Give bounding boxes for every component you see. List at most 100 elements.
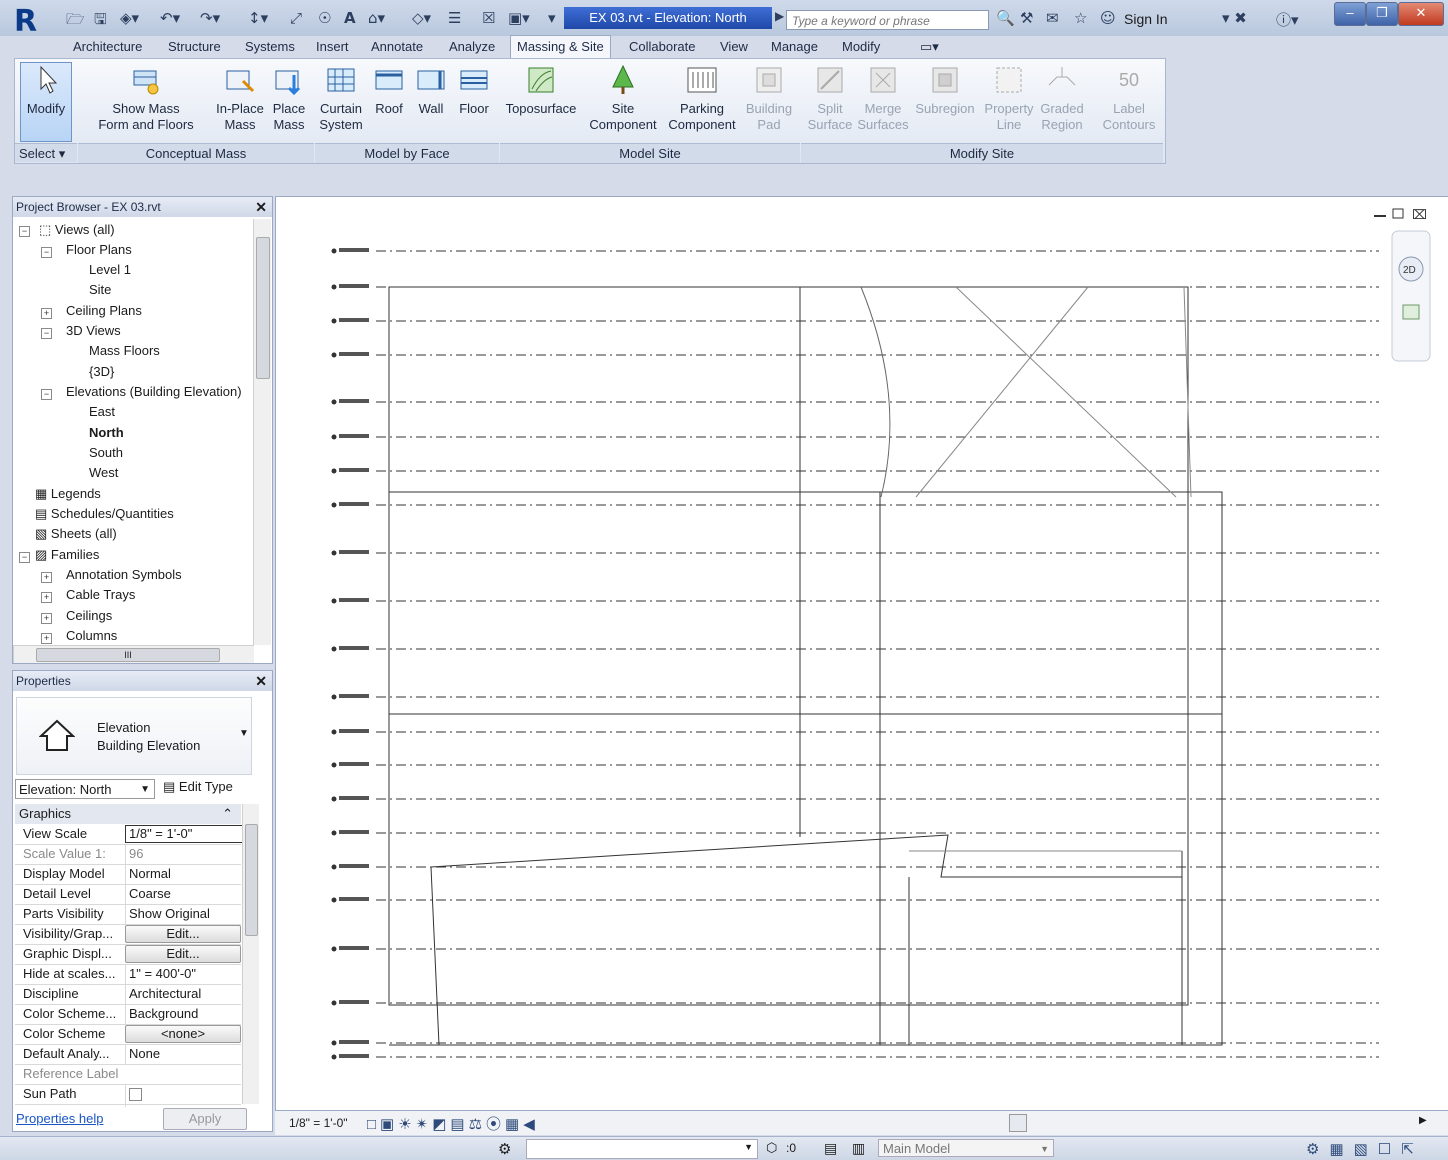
editable-only-icon[interactable]: ▤	[824, 1140, 837, 1157]
collapse-icon[interactable]: −	[19, 226, 30, 237]
level-head[interactable]	[331, 284, 337, 290]
binoculars-icon[interactable]: 🔍	[996, 9, 1015, 27]
default-analysis-field[interactable]: None	[125, 1044, 243, 1064]
show-mass-button[interactable]: Show Mass Form and Floors	[95, 63, 197, 133]
parts-visibility-field[interactable]: Show Original	[125, 904, 243, 924]
level-head[interactable]	[331, 468, 337, 474]
subregion-button[interactable]: Subregion	[913, 63, 977, 117]
minimize-button[interactable]: –	[1334, 2, 1366, 26]
tree-sheets[interactable]: ▧ Sheets (all)	[35, 526, 117, 542]
tree-cable-trays[interactable]: Cable Trays	[66, 587, 135, 602]
user-icon[interactable]: ☺	[1100, 9, 1116, 27]
tab-insert[interactable]: Insert	[316, 36, 349, 58]
open-icon[interactable]: 🗁	[66, 9, 85, 34]
level-head[interactable]	[331, 897, 337, 903]
sun-path-checkbox[interactable]	[129, 1088, 142, 1101]
sign-in-link[interactable]: Sign In	[1124, 11, 1168, 27]
building-pad-button[interactable]: Building Pad	[743, 63, 795, 133]
level-head[interactable]	[331, 646, 337, 652]
level-head[interactable]	[331, 1000, 337, 1006]
close-icon[interactable]: ✕	[255, 197, 267, 217]
discipline-field[interactable]: Architectural	[125, 984, 243, 1004]
tree-horizontal-scrollbar[interactable]: III	[13, 645, 254, 663]
ribbon-minimize-icon[interactable]: ▭▾	[920, 36, 939, 58]
selection-mode-icons[interactable]: ⚙▦▧☐⇱	[1306, 1140, 1424, 1158]
restore-button[interactable]: ❐	[1366, 2, 1398, 26]
application-menu-icon[interactable]: R	[14, 4, 50, 40]
sync-icon[interactable]: ◈▾	[120, 9, 139, 27]
tab-structure[interactable]: Structure	[168, 36, 221, 58]
close-hidden-windows-icon[interactable]: ☒	[482, 9, 495, 27]
level-head[interactable]	[331, 550, 337, 556]
save-icon[interactable]: 🖫	[94, 9, 107, 34]
property-line-button[interactable]: Property Line	[981, 63, 1037, 133]
undo-icon[interactable]: ↶▾	[160, 9, 180, 27]
search-input[interactable]: Type a keyword or phrase	[786, 10, 989, 30]
in-place-mass-button[interactable]: In-Place Mass	[213, 63, 267, 133]
level-head[interactable]	[331, 352, 337, 358]
tree-mass-floors[interactable]: Mass Floors	[89, 343, 160, 358]
graphic-display-edit-button[interactable]: Edit...	[125, 945, 241, 963]
collapse-icon[interactable]: −	[19, 552, 30, 563]
level-head[interactable]	[331, 318, 337, 324]
tree-ceiling-plans[interactable]: Ceiling Plans	[66, 303, 142, 318]
site-component-button[interactable]: Site Component	[587, 63, 659, 133]
collapse-icon[interactable]: −	[41, 389, 52, 400]
expand-icon[interactable]: +	[41, 613, 52, 624]
level-head[interactable]	[331, 762, 337, 768]
elevation-view-canvas[interactable]: 2D ⌧	[275, 196, 1448, 1116]
workset-dropdown[interactable]: ▼	[526, 1139, 758, 1159]
tab-collaborate[interactable]: Collaborate	[629, 36, 696, 58]
dimension-icon[interactable]: ⤢	[290, 9, 302, 27]
tab-massing-site[interactable]: Massing & Site	[510, 35, 611, 58]
expand-icon[interactable]: +	[41, 572, 52, 583]
detail-level-field[interactable]: Coarse	[125, 884, 243, 904]
tab-annotate[interactable]: Annotate	[371, 36, 423, 58]
close-icon[interactable]: ✕	[255, 671, 267, 691]
filter-icon[interactable]: ⬡	[766, 1140, 777, 1156]
type-selector[interactable]: Elevation Building Elevation ▼	[16, 697, 252, 775]
tab-architecture[interactable]: Architecture	[73, 36, 142, 58]
horizontal-scroll-thumb[interactable]	[1009, 1114, 1027, 1132]
tree-south[interactable]: South	[89, 445, 123, 460]
tree-3d[interactable]: {3D}	[89, 364, 114, 379]
apply-button[interactable]: Apply	[163, 1108, 247, 1130]
tree-legends[interactable]: ▦ Legends	[35, 486, 101, 502]
color-scheme-button[interactable]: <none>	[125, 1025, 241, 1043]
level-head[interactable]	[331, 1040, 337, 1046]
level-head[interactable]	[331, 830, 337, 836]
place-mass-button[interactable]: Place Mass	[270, 63, 308, 133]
tree-east[interactable]: East	[89, 404, 115, 419]
collapse-icon[interactable]: −	[41, 247, 52, 258]
design-option-dropdown[interactable]: Main Model ▼	[878, 1139, 1054, 1157]
tree-north[interactable]: North	[89, 425, 124, 440]
expand-arrow-icon[interactable]: ▶	[775, 9, 784, 23]
close-button[interactable]: ✕	[1398, 2, 1444, 26]
curtain-system-button[interactable]: Curtain System	[315, 63, 367, 133]
view-scale-field[interactable]: 1/8" = 1'-0"	[125, 825, 244, 843]
level-head[interactable]	[331, 434, 337, 440]
thin-lines-icon[interactable]: ☰	[448, 9, 461, 27]
3d-view-icon[interactable]: ⌂▾	[368, 9, 385, 27]
section-icon[interactable]: ◇▾	[412, 9, 431, 27]
tree-vertical-scrollbar[interactable]	[253, 219, 271, 645]
measure-icon[interactable]: ↕▾	[248, 9, 268, 27]
tree-west[interactable]: West	[89, 465, 118, 480]
level-head[interactable]	[331, 729, 337, 735]
select-dropdown[interactable]: Select ▾	[15, 143, 77, 162]
subscription-icon[interactable]: ⚒	[1020, 9, 1033, 27]
graphics-section[interactable]: Graphics ⌃	[15, 804, 241, 824]
roof-by-face-button[interactable]: Roof	[371, 63, 407, 117]
level-head[interactable]	[331, 399, 337, 405]
hide-at-scales-field[interactable]: 1" = 400'-0"	[125, 964, 243, 984]
tree-level-1[interactable]: Level 1	[89, 262, 131, 277]
tree-elevations[interactable]: Elevations (Building Elevation)	[66, 384, 242, 399]
favorites-icon[interactable]: ☆	[1074, 9, 1087, 27]
tab-view[interactable]: View	[720, 36, 748, 58]
scroll-thumb[interactable]	[245, 824, 258, 936]
tab-analyze[interactable]: Analyze	[449, 36, 495, 58]
communication-icon[interactable]: ✉	[1046, 9, 1059, 27]
exchange-icon[interactable]: ▾ ✖	[1222, 9, 1247, 27]
level-head[interactable]	[331, 694, 337, 700]
tree-annotation-symbols[interactable]: Annotation Symbols	[66, 567, 182, 582]
